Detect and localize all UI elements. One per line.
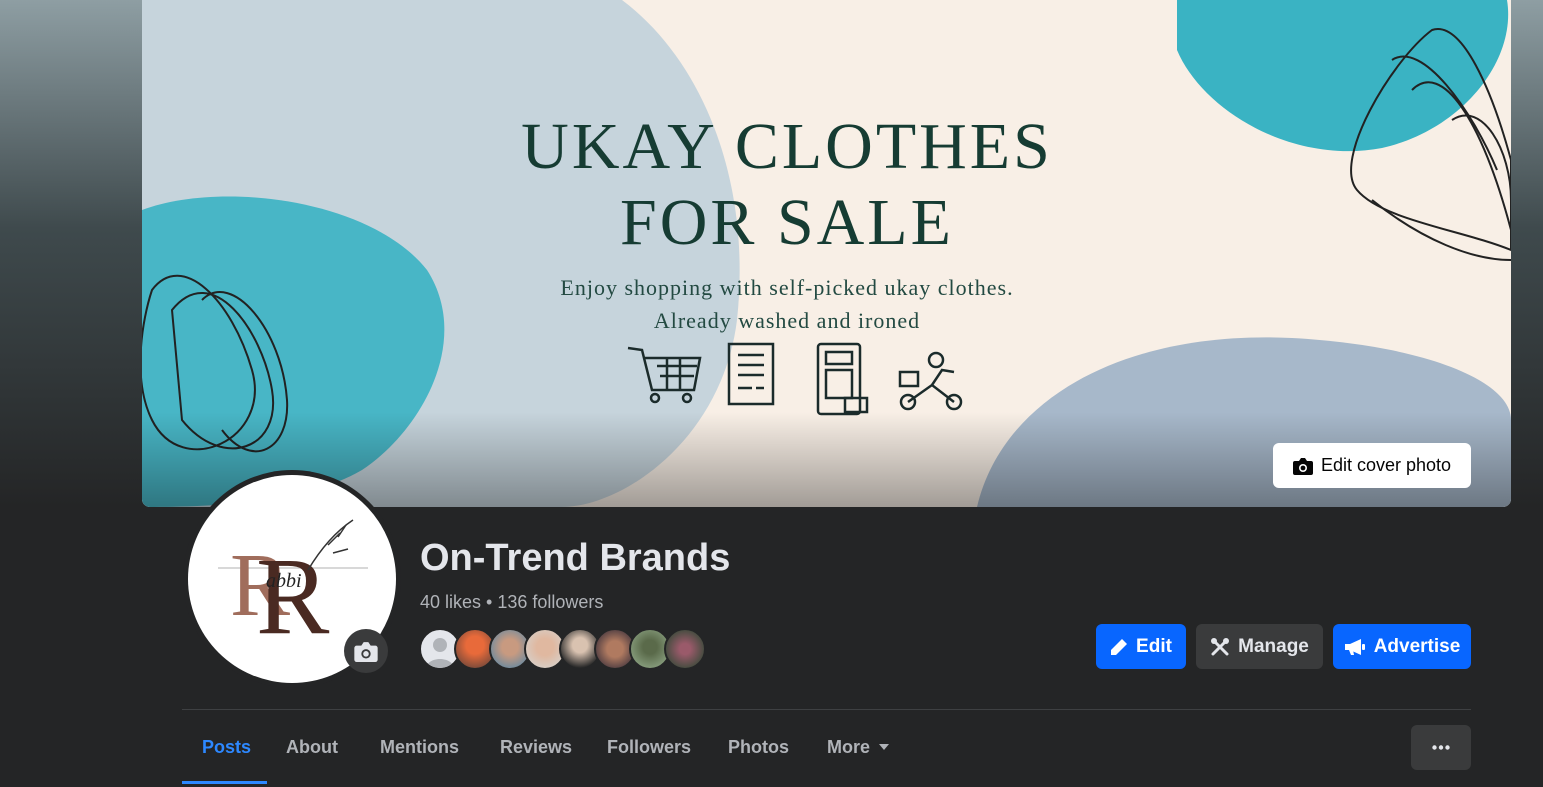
- chevron-down-icon: [879, 744, 890, 750]
- edit-cover-photo-button[interactable]: Edit cover photo: [1273, 443, 1471, 488]
- advertise-label: Advertise: [1373, 635, 1461, 657]
- tools-icon: [1211, 637, 1230, 655]
- tab-label: Photos: [728, 736, 789, 757]
- tab-reviews[interactable]: Reviews: [500, 710, 572, 784]
- cover-subtitle-line1: Enjoy shopping with self-picked ukay clo…: [560, 275, 1014, 300]
- tab-label: Posts: [202, 736, 252, 757]
- tab-label: More: [827, 736, 871, 757]
- tab-posts[interactable]: Posts: [202, 710, 251, 784]
- tab-photos[interactable]: Photos: [728, 710, 789, 784]
- update-profile-picture-button[interactable]: [344, 629, 388, 673]
- camera-icon: [1292, 457, 1313, 475]
- tab-label: About: [286, 736, 338, 757]
- edit-cover-label: Edit cover photo: [1320, 455, 1452, 475]
- logo-text: abbi: [266, 570, 302, 592]
- tab-mentions[interactable]: Mentions: [380, 710, 459, 784]
- tab-label: Mentions: [380, 736, 459, 757]
- page-stats[interactable]: 40 likes • 136 followers: [420, 592, 603, 613]
- manage-button[interactable]: Manage: [1196, 624, 1323, 669]
- page-title: On-Trend Brands: [420, 537, 731, 579]
- camera-icon: [354, 641, 378, 662]
- tab-followers[interactable]: Followers: [607, 710, 691, 784]
- pencil-icon: [1111, 638, 1128, 655]
- tab-label: Reviews: [500, 736, 573, 757]
- manage-label: Manage: [1238, 635, 1309, 657]
- edit-page-button[interactable]: Edit: [1096, 624, 1186, 669]
- cover-title-line1: UKAY CLOTHES: [521, 110, 1053, 183]
- megaphone-icon: [1344, 638, 1365, 655]
- tab-label: Followers: [607, 736, 692, 757]
- follower-avatar[interactable]: [664, 628, 706, 670]
- more-options-button[interactable]: [1411, 725, 1471, 770]
- profile-picture[interactable]: R R abbi: [183, 470, 401, 688]
- cover-title-line2: FOR SALE: [620, 186, 954, 259]
- tab-about[interactable]: About: [286, 710, 338, 784]
- tab-more[interactable]: More: [827, 710, 890, 784]
- edit-label: Edit: [1136, 635, 1172, 657]
- cover-photo[interactable]: UKAY CLOTHES FOR SALE Enjoy shopping wit…: [142, 0, 1511, 507]
- cover-subtitle-line2: Already washed and ironed: [653, 308, 921, 333]
- active-tab-indicator: [182, 781, 267, 784]
- ellipsis-icon: [1432, 745, 1450, 750]
- advertise-button[interactable]: Advertise: [1333, 624, 1471, 669]
